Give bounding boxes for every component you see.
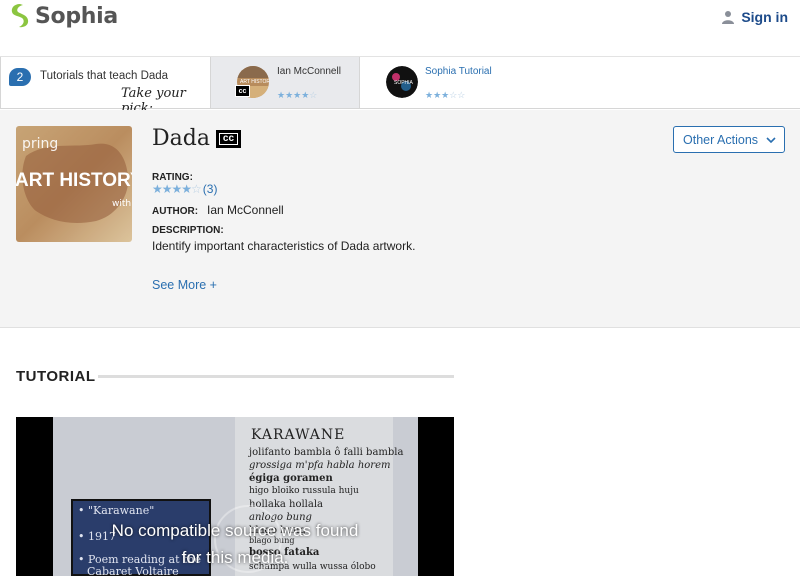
video-player[interactable]: KARAWANE jolifanto bambla ô falli bambla… <box>16 417 454 576</box>
rating-count[interactable]: (3) <box>203 182 218 196</box>
poem-line: grossiga m'pfa habla horem <box>249 460 391 471</box>
tutorial-count-badge: 2 <box>9 68 31 86</box>
card-stars-filled: ★★★★ <box>277 90 310 100</box>
sign-in-button[interactable]: Sign in <box>721 9 788 25</box>
tutorial-cover-image: pring ART HISTORY with <box>16 126 132 242</box>
site-header: Sophia Sign in <box>0 0 800 57</box>
tutorial-card-ian-mcconnell[interactable]: ART HISTORY cc Ian McConnell ★★★★☆ <box>211 57 359 108</box>
poem-line: égiga goramen <box>249 473 333 484</box>
other-actions-button[interactable]: Other Actions <box>673 126 785 153</box>
tutorial-info-panel: pring ART HISTORY with Dada cc RATING: ★… <box>0 110 800 328</box>
video-error-line-1: No compatible source was found <box>111 521 359 540</box>
poem-title: KARAWANE <box>251 427 346 443</box>
card-star-rating: ★★★★☆ <box>277 90 317 101</box>
cover-text-top: pring <box>22 136 58 152</box>
rating-stars-filled: ★★★★ <box>152 182 192 196</box>
tutorials-strip: 2 Tutorials that teach Dada Take your pi… <box>0 57 800 116</box>
description-label: DESCRIPTION: <box>152 225 224 236</box>
brand-name: Sophia <box>35 3 118 29</box>
title-row: Dada cc <box>152 126 241 151</box>
video-error-message: No compatible source was found for this … <box>16 517 454 571</box>
card-stars-empty: ☆ <box>309 90 318 100</box>
card-stars-empty: ☆☆ <box>449 90 466 100</box>
card-author-name: Ian McConnell <box>277 66 341 77</box>
note-line: • "Karawane" <box>78 504 155 517</box>
cc-badge: cc <box>215 129 241 148</box>
other-actions-label: Other Actions <box>683 132 759 147</box>
rating-row[interactable]: ★★★★☆ (3) <box>152 182 217 196</box>
cover-text-main: ART HISTORY <box>16 170 132 191</box>
chevron-down-icon <box>766 136 776 143</box>
author-label: AUTHOR: <box>152 206 199 217</box>
section-title: TUTORIAL <box>16 368 96 385</box>
svg-text:SOPHIA: SOPHIA <box>394 80 414 86</box>
rating-stars-half: ☆ <box>191 182 202 196</box>
author-name: Ian McConnell <box>207 203 284 217</box>
video-error-line-2: for this media. <box>181 548 289 567</box>
cc-badge-small: cc <box>235 85 250 97</box>
card-star-rating: ★★★☆☆ <box>425 90 465 101</box>
page-title: Dada <box>152 126 210 151</box>
cover-text-sub: with <box>112 199 131 209</box>
rating-stars: ★★★★☆ <box>152 182 202 196</box>
poem-line: higo bloiko russula huju <box>249 486 359 496</box>
sign-in-label: Sign in <box>741 9 788 25</box>
see-more-link[interactable]: See More + <box>152 278 217 292</box>
description-text: Identify important characteristics of Da… <box>152 239 416 253</box>
poem-line: jolifanto bambla ô falli bambla <box>249 447 404 458</box>
section-divider <box>98 375 454 378</box>
card-author-name: Sophia Tutorial <box>425 66 492 77</box>
tutorials-intro: 2 Tutorials that teach Dada Take your pi… <box>0 57 211 116</box>
tutorials-label: Tutorials that teach Dada <box>40 70 169 82</box>
sophia-leaf-icon <box>11 4 29 28</box>
user-icon <box>722 11 735 24</box>
card-stars-filled: ★★★ <box>425 90 450 100</box>
tutorial-card-sophia-tutorial[interactable]: SOPHIA Sophia Tutorial ★★★☆☆ <box>359 57 800 108</box>
sophia-logo[interactable]: Sophia <box>10 3 118 29</box>
sophia-logo-thumbnail-icon: SOPHIA <box>386 66 418 98</box>
